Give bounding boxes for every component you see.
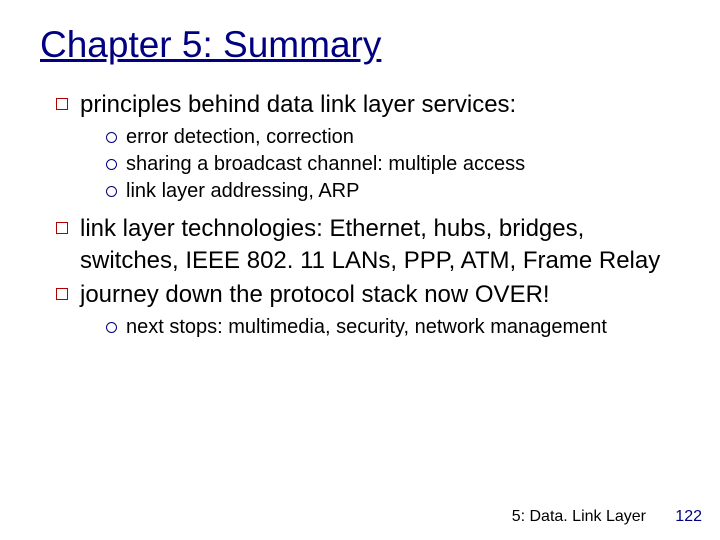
sub-bullet-text: link layer addressing, ARP: [126, 180, 359, 202]
bullet-text: link layer technologies: Ethernet, hubs,…: [80, 215, 660, 274]
sub-bullet-text: sharing a broadcast channel: multiple ac…: [126, 153, 525, 175]
page-number: 122: [675, 508, 702, 526]
sub-bullet-list: next stops: multimedia, security, networ…: [80, 314, 680, 341]
sub-bullet-item: link layer addressing, ARP: [108, 178, 680, 205]
bullet-item: journey down the protocol stack now OVER…: [60, 279, 680, 342]
sub-bullet-item: next stops: multimedia, security, networ…: [108, 314, 680, 341]
sub-bullet-text: error detection, correction: [126, 126, 354, 148]
sub-bullet-item: sharing a broadcast channel: multiple ac…: [108, 151, 680, 178]
bullet-item: link layer technologies: Ethernet, hubs,…: [60, 213, 680, 276]
slide: Chapter 5: Summary principles behind dat…: [0, 0, 720, 540]
bullet-text: journey down the protocol stack now OVER…: [80, 281, 550, 308]
bullet-item: principles behind data link layer servic…: [60, 89, 680, 206]
sub-bullet-text: next stops: multimedia, security, networ…: [126, 316, 607, 338]
bullet-list: principles behind data link layer servic…: [40, 89, 680, 342]
footer-label: 5: Data. Link Layer: [512, 508, 646, 526]
sub-bullet-list: error detection, correction sharing a br…: [80, 124, 680, 205]
sub-bullet-item: error detection, correction: [108, 124, 680, 151]
bullet-text: principles behind data link layer servic…: [80, 91, 516, 118]
slide-title: Chapter 5: Summary: [40, 24, 680, 67]
